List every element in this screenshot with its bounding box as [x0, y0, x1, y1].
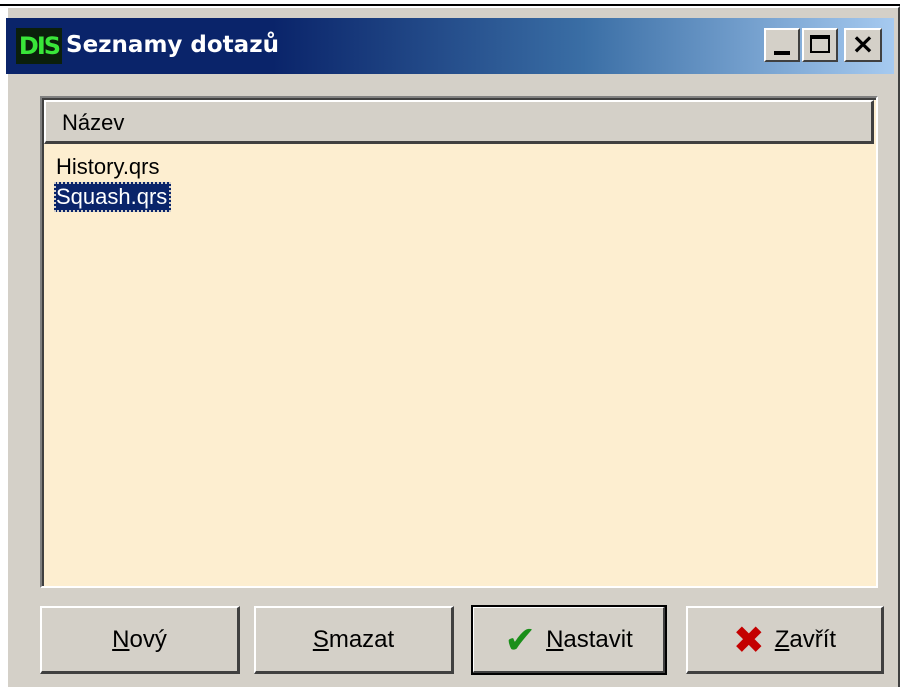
- minimize-button[interactable]: [764, 28, 800, 62]
- list-items: History.qrs Squash.qrs: [54, 152, 172, 212]
- column-header-name[interactable]: Název: [44, 100, 874, 144]
- query-list-frame: Název History.qrs Squash.qrs: [42, 98, 876, 586]
- set-button[interactable]: ✔ Nastavit: [471, 605, 667, 675]
- x-icon: ✖: [732, 617, 765, 662]
- window-title: Seznamy dotazů: [66, 32, 279, 58]
- new-button[interactable]: Nový: [40, 606, 240, 674]
- minimize-icon: [774, 51, 790, 55]
- checkmark-icon: ✔: [504, 617, 537, 662]
- close-icon: ×: [851, 27, 875, 60]
- maximize-icon: [810, 35, 830, 53]
- app-logo-icon: DIS: [16, 28, 62, 64]
- query-list[interactable]: Název History.qrs Squash.qrs: [40, 96, 878, 588]
- delete-button[interactable]: Smazat: [254, 606, 454, 674]
- close-window-button[interactable]: ×: [844, 28, 882, 62]
- list-item[interactable]: History.qrs: [54, 152, 164, 182]
- new-button-label: Nový: [112, 625, 167, 653]
- close-button[interactable]: ✖ Zavřít: [686, 606, 884, 674]
- maximize-button[interactable]: [802, 28, 838, 62]
- list-item-selected[interactable]: Squash.qrs: [54, 182, 172, 212]
- title-bar[interactable]: DIS Seznamy dotazů ×: [6, 18, 894, 74]
- column-header-label: Název: [62, 110, 125, 135]
- delete-button-label: Smazat: [312, 625, 395, 653]
- set-button-label: Nastavit: [546, 625, 633, 653]
- close-button-label: Zavřít: [774, 625, 837, 653]
